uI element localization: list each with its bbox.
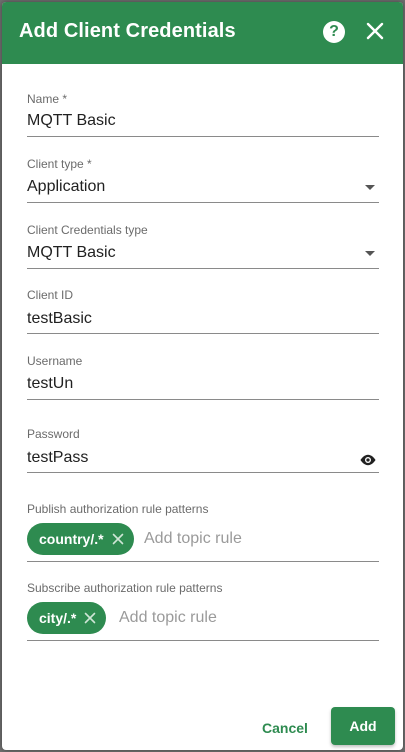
add-button[interactable]: Add [331,707,395,745]
publish-topic-input[interactable] [144,530,324,548]
client-type-select[interactable]: Client type * Application [27,157,379,203]
client-id-input[interactable]: testBasic [27,310,92,328]
publish-rule-chip-label: country/.* [39,531,104,547]
publish-rule-chip[interactable]: country/.* [27,523,134,555]
username-label: Username [27,354,83,368]
dialog-header: Add Client Credentials ? [2,2,403,64]
dialog-title: Add Client Credentials [19,20,236,42]
client-id-label: Client ID [27,288,74,302]
chevron-down-icon[interactable] [365,185,375,190]
subscribe-rule-chip[interactable]: city/.* [27,602,107,634]
credentials-type-select[interactable]: Client Credentials type MQTT Basic [27,223,379,269]
subscribe-rules-underline [27,640,379,641]
name-input[interactable]: MQTT Basic [27,112,116,130]
client-type-value[interactable]: Application [27,178,105,196]
cancel-button[interactable]: Cancel [254,716,316,740]
password-label: Password [27,427,80,441]
publish-rules-underline [27,561,379,562]
chip-remove-icon[interactable] [84,612,96,624]
name-underline [27,136,379,137]
subscribe-rules-field: Subscribe authorization rule patterns ci… [27,581,379,641]
credentials-type-underline [27,268,379,269]
subscribe-rules-label: Subscribe authorization rule patterns [27,581,223,595]
close-icon[interactable] [363,19,387,43]
chevron-down-icon[interactable] [365,251,375,256]
publish-rules-label: Publish authorization rule patterns [27,502,209,516]
add-client-credentials-dialog: Add Client Credentials ? Name * MQTT Bas… [2,2,403,750]
subscribe-rule-chip-label: city/.* [39,610,77,626]
name-label: Name * [27,92,68,106]
client-type-label: Client type * [27,157,92,171]
client-type-underline [27,202,379,203]
eye-icon[interactable] [359,453,377,467]
username-underline [27,399,379,400]
username-input[interactable]: testUn [27,375,73,393]
help-icon[interactable]: ? [323,21,345,43]
password-field[interactable]: Password testPass [27,427,379,473]
password-underline [27,472,379,473]
subscribe-topic-input[interactable] [119,609,299,627]
password-input[interactable]: testPass [27,449,88,467]
credentials-type-label: Client Credentials type [27,223,148,237]
client-id-field[interactable]: Client ID testBasic [27,288,379,334]
username-field[interactable]: Username testUn [27,354,379,400]
publish-rules-field: Publish authorization rule patterns coun… [27,502,379,562]
client-id-underline [27,333,379,334]
chip-remove-icon[interactable] [112,533,124,545]
credentials-type-value[interactable]: MQTT Basic [27,244,116,262]
name-field[interactable]: Name * MQTT Basic [27,92,379,138]
